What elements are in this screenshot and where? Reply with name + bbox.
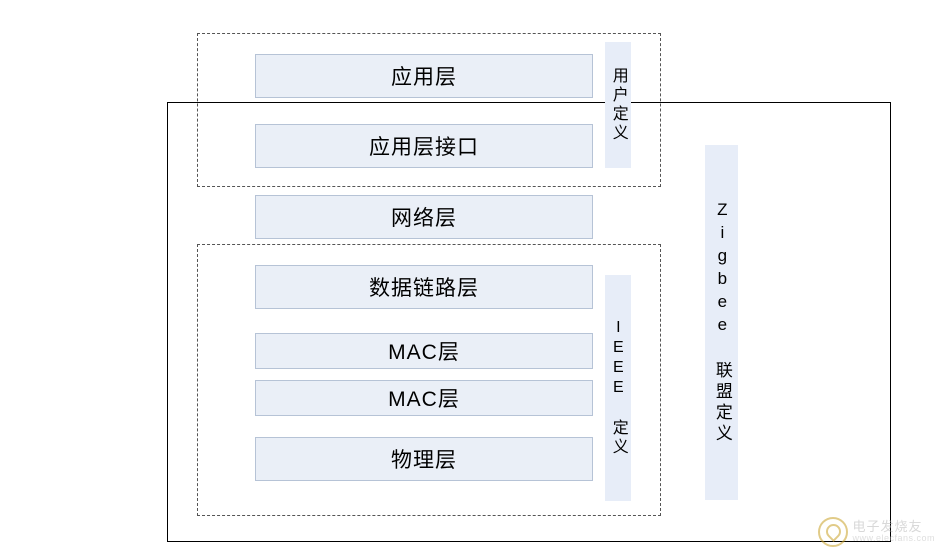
watermark-text: 电子发烧友 www.elecfans.com (852, 520, 935, 543)
layer-mac-upper: MAC层 (255, 333, 593, 369)
layer-network: 网络层 (255, 195, 593, 239)
layer-network-label: 网络层 (391, 207, 457, 230)
layer-data-link-label: 数据链路层 (369, 277, 479, 300)
side-label-zigbee-alliance-defined: Zigbee 联盟定义 (705, 145, 738, 500)
layer-mac-lower-label: MAC层 (388, 388, 460, 411)
layer-application-interface-label: 应用层接口 (369, 136, 479, 159)
layer-physical: 物理层 (255, 437, 593, 481)
watermark-cn-label: 电子发烧友 (852, 519, 923, 535)
watermark: 电子发烧友 www.elecfans.com (818, 517, 935, 547)
layer-application: 应用层 (255, 54, 593, 98)
layer-application-label: 应用层 (391, 66, 457, 89)
layer-mac-lower: MAC层 (255, 380, 593, 416)
layer-application-interface: 应用层接口 (255, 124, 593, 168)
side-label-user-defined-text: 用户定义 (609, 67, 627, 143)
watermark-logo-icon (818, 517, 849, 547)
layer-physical-label: 物理层 (391, 449, 457, 472)
side-label-ieee-defined: IEEE 定义 (605, 275, 631, 501)
layer-mac-upper-label: MAC层 (388, 341, 460, 364)
side-label-ieee-defined-text: IEEE 定义 (609, 319, 627, 457)
layer-data-link: 数据链路层 (255, 265, 593, 309)
side-label-zigbee-alliance-defined-text: Zigbee 联盟定义 (712, 200, 732, 445)
zigbee-protocol-stack-diagram: 应用层 应用层接口 网络层 数据链路层 MAC层 MAC层 物理层 用户定义 I… (0, 0, 943, 553)
side-label-user-defined: 用户定义 (605, 42, 631, 168)
watermark-en-label: www.elecfans.com (852, 533, 935, 544)
